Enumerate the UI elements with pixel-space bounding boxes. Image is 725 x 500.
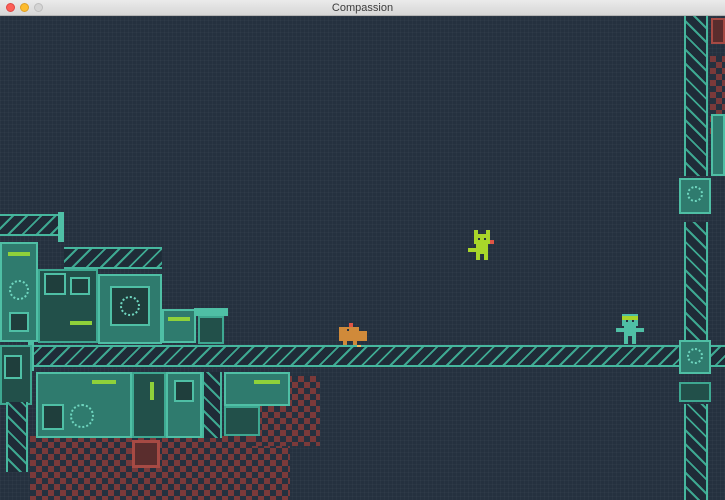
- machine-panel: [224, 372, 290, 406]
- window-titlebar[interactable]: Compassion: [0, 0, 725, 16]
- robot-sprite[interactable]: [616, 314, 646, 344]
- cat-sprite[interactable]: [468, 230, 498, 262]
- vertical-pillar: [684, 222, 708, 340]
- machine-panel: [132, 372, 166, 438]
- pipe-support: [6, 402, 28, 472]
- machine-panel: [0, 345, 32, 405]
- pillar-junction: [679, 340, 711, 374]
- pillar-junction: [679, 178, 711, 214]
- main-walkway-pipe: [0, 345, 725, 367]
- dog-sprite[interactable]: [339, 323, 371, 347]
- rust-block: [711, 18, 725, 44]
- vertical-pillar: [684, 16, 708, 176]
- pedestal: [194, 308, 228, 316]
- machine-panel: [162, 309, 196, 343]
- pedestal-base: [198, 316, 224, 344]
- pipe-support: [202, 372, 222, 438]
- vertical-pillar: [684, 404, 708, 500]
- pillar-junction: [679, 382, 711, 402]
- machine-panel: [0, 242, 38, 342]
- game-scene[interactable]: [0, 16, 725, 500]
- machine-panel: [36, 372, 132, 438]
- window-title: Compassion: [331, 2, 394, 14]
- machine-panel: [38, 269, 98, 343]
- pipe-segment: [0, 214, 58, 236]
- machine-panel: [711, 114, 725, 176]
- machine-panel: [98, 274, 162, 344]
- pipe-post: [58, 212, 64, 242]
- rust-block: [132, 440, 160, 468]
- pipe-segment: [64, 247, 162, 269]
- machine-panel: [224, 406, 260, 436]
- machine-panel: [166, 372, 202, 438]
